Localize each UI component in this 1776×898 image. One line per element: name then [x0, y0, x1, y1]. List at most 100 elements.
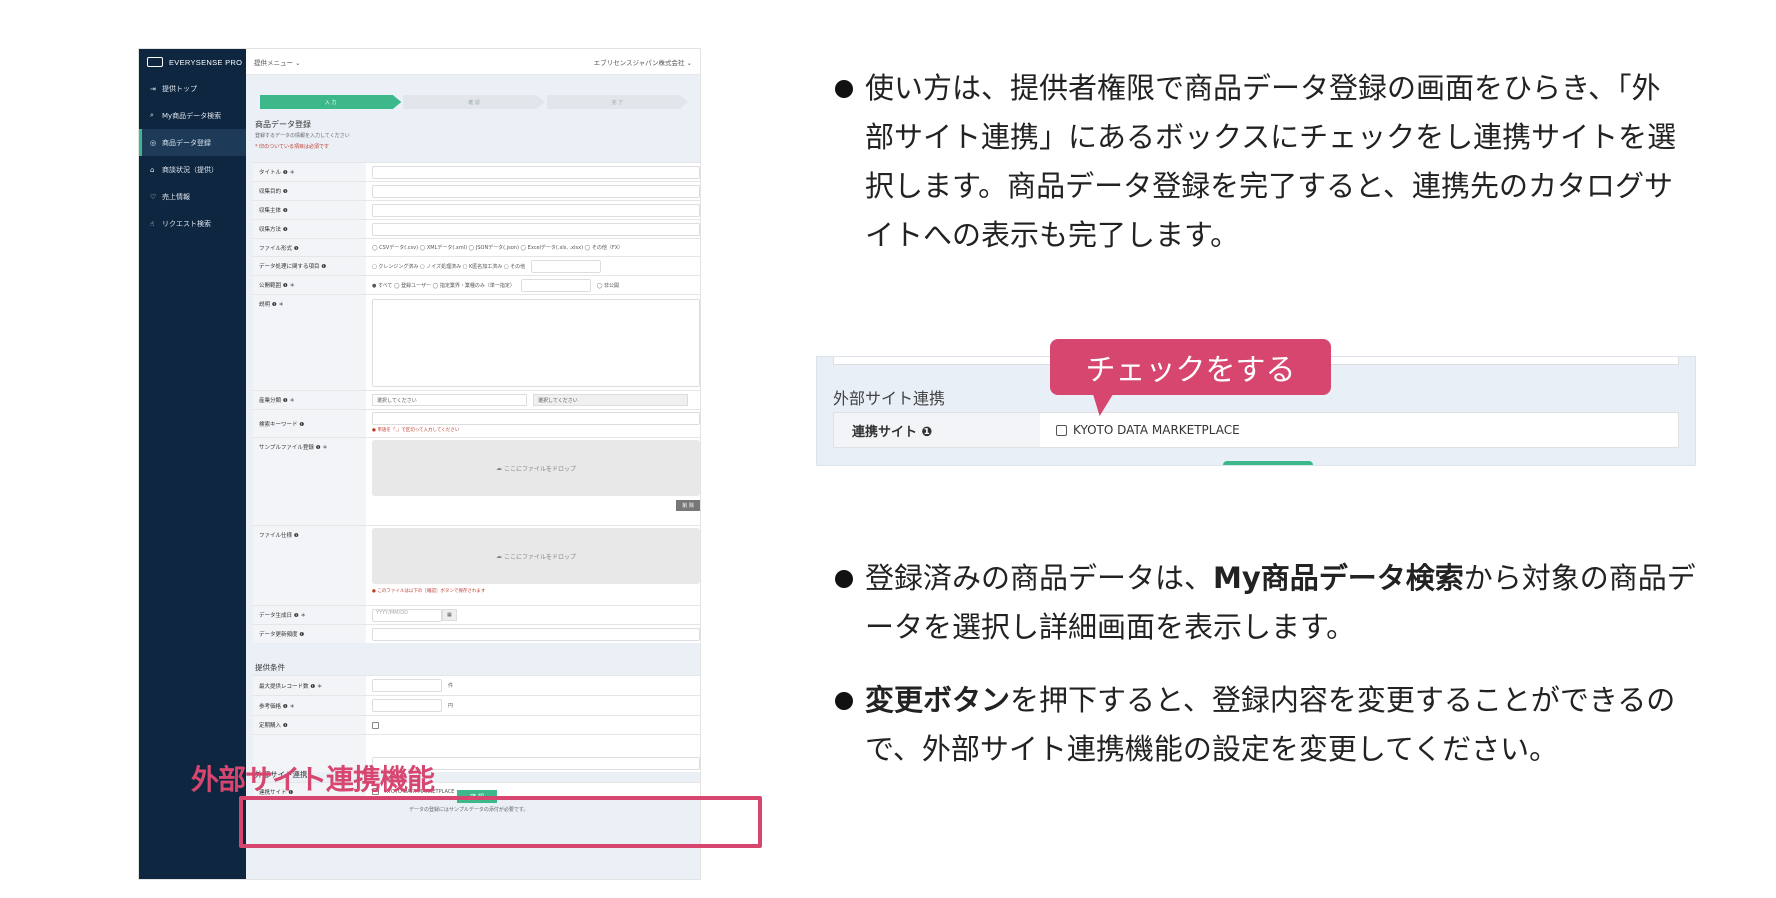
- bullet-dot: [835, 80, 853, 98]
- scope-industry-input[interactable]: [520, 278, 591, 292]
- topbar: 提供メニュー ⌄ エブリセンスジャパン株式会社 ⌄: [246, 49, 700, 75]
- row-keyword: 検索キーワード ❶ ● 単語を「,」で区切って入力してください: [253, 409, 700, 437]
- zoom-confirm-button[interactable]: [1223, 461, 1313, 465]
- spec-note: ● このファイルは以下の［確認］ボタンで保存されます: [372, 589, 486, 594]
- bullet-3: 変更ボタンを押下すると、登録内容を変更することができるので、外部サイト連携機能の…: [835, 676, 1715, 774]
- highlight-box: [239, 796, 762, 848]
- offer-menu[interactable]: 提供メニュー ⌄: [254, 57, 301, 67]
- sidebar-item-2[interactable]: ◎ 商品データ登録: [139, 129, 246, 156]
- progress-steps: 入 力 確 認 完 了: [260, 95, 690, 109]
- callout-bubble: チェックをする: [1050, 339, 1331, 395]
- request-icon: ☝: [150, 219, 155, 228]
- sidebar-nav: ⇥ 提供トップ ⌕ My商品データ検索 ◎ 商品データ登録 ⌂ 商談状況（提供） ♡ 売上情報 ☝ リ…: [139, 75, 246, 237]
- sidebar-item-0[interactable]: ⇥ 提供トップ: [139, 75, 246, 102]
- spec-dropzone[interactable]: ☁ ここにファイルをドロップ: [372, 528, 700, 584]
- app-screenshot: EVERYSENSE PRO ⇥ 提供トップ ⌕ My商品データ検索 ◎ 商品データ登録 ⌂…: [138, 48, 701, 880]
- label-subscription: 定期購入 ❶: [253, 716, 366, 734]
- calendar-icon[interactable]: ▦: [442, 609, 457, 621]
- offer-section-title: 提供条件: [255, 663, 285, 672]
- step-complete: 完 了: [546, 95, 688, 109]
- logo-text: EVERYSENSE PRO: [169, 57, 243, 67]
- zoom-checkbox[interactable]: [1056, 424, 1067, 436]
- label-spec: ファイル仕様 ❶: [253, 526, 366, 605]
- row-max-records: 最大提供レコード数 ❶ ＊ 件: [253, 675, 700, 695]
- label-title: タイトル ❶ ＊: [253, 163, 366, 181]
- label-update: データ更新頻度 ❶: [253, 625, 366, 643]
- subject-input[interactable]: [372, 203, 700, 217]
- subscription-checkbox[interactable]: [372, 721, 379, 729]
- zoom-row: 連携サイト ❶ KYOTO DATA MARKETPLACE: [833, 412, 1679, 448]
- step-confirm: 確 認: [403, 95, 545, 109]
- step-input: 入 力: [260, 95, 402, 109]
- data-icon: ◎: [150, 138, 157, 147]
- row-processing: データ処理に関する項目 ❶ ▢ クレンジング済み ▢ ノイズ処理済み ▢ K匿名…: [253, 256, 700, 275]
- update-input[interactable]: [372, 627, 700, 641]
- format-options[interactable]: ◯ CSVデータ(.csv) ◯ XMLデータ(.xml) ◯ JSONデータ(…: [366, 239, 700, 256]
- keyword-note: ● 単語を「,」で区切って入力してください: [372, 428, 460, 433]
- delete-button[interactable]: 削 除: [676, 500, 700, 511]
- keyword-input[interactable]: [372, 412, 700, 425]
- sample-dropzone[interactable]: ☁ ここにファイルをドロップ: [372, 440, 700, 496]
- processing-options[interactable]: ▢ クレンジング済み ▢ ノイズ処理済み ▢ K匿名加工済み ▢ その他: [372, 263, 525, 270]
- purpose-input[interactable]: [372, 184, 700, 198]
- zoom-label: 連携サイト ❶: [834, 413, 1040, 447]
- sidebar-item-label: 商品データ登録: [162, 138, 211, 147]
- date-input[interactable]: YYYY/MM/DD: [372, 608, 442, 622]
- annotation-tag: 外部サイト連携機能: [191, 763, 435, 796]
- sidebar: EVERYSENSE PRO ⇥ 提供トップ ⌕ My商品データ検索 ◎ 商品データ登録 ⌂…: [139, 49, 246, 879]
- sample-drop-text: ここにファイルをドロップ: [503, 465, 576, 473]
- cart-icon: ⌂: [150, 165, 155, 174]
- company-menu[interactable]: エブリセンスジャパン株式会社 ⌄: [594, 57, 692, 67]
- price-input[interactable]: [372, 699, 442, 712]
- row-industry: 産業分類 ❶ ＊ 選択してください 選択してください: [253, 390, 700, 409]
- label-description: 説明 ❶ ＊: [253, 295, 366, 390]
- method-input[interactable]: [372, 222, 700, 236]
- processing-other-input[interactable]: [531, 259, 602, 273]
- page-title: 商品データ登録: [255, 120, 311, 129]
- row-method: 収集方法 ❶: [253, 219, 700, 238]
- max-records-input[interactable]: [372, 679, 442, 692]
- login-icon: ⇥: [150, 84, 156, 93]
- label-industry: 産業分類 ❶ ＊: [253, 391, 366, 409]
- bullet-dot: [835, 570, 853, 588]
- row-subject: 収集主体 ❶: [253, 200, 700, 219]
- spec-drop-text: ここにファイルをドロップ: [503, 553, 576, 561]
- row-price: 参考価格 ❶ ＊ 円: [253, 695, 700, 715]
- description-textarea[interactable]: [372, 298, 700, 387]
- bullet-1-text: 使い方は、提供者権限で商品データ登録の画面をひらき、「外部サイト連携」にあるボッ…: [865, 71, 1677, 252]
- label-subject: 収集主体 ❶: [253, 201, 366, 219]
- bullet-2-text: 登録済みの商品データは、My商品データ検索から対象の商品データを選択し詳細画面を…: [865, 561, 1696, 644]
- sidebar-item-5[interactable]: ☝ リクエスト検索: [139, 210, 246, 237]
- industry-select-1[interactable]: 選択してください: [372, 394, 527, 406]
- required-note: * 印のついている項目は必須です: [255, 144, 329, 150]
- label-purpose: 収集目的 ❶: [253, 182, 366, 200]
- bullet-dot: [835, 692, 853, 710]
- scope-options[interactable]: ● すべて ◯ 登録ユーザー ◯ 指定業界・業種のみ（単一指定）: [372, 282, 515, 289]
- bullet-2-bold: My商品データ検索: [1213, 561, 1464, 595]
- sidebar-item-label: 提供トップ: [162, 84, 197, 93]
- price-unit: 円: [448, 703, 454, 709]
- bullet-1: 使い方は、提供者権限で商品データ登録の画面をひらき、「外部サイト連携」にあるボッ…: [835, 64, 1715, 260]
- sidebar-item-1[interactable]: ⌕ My商品データ検索: [139, 102, 246, 129]
- row-sample: サンプルファイル登録 ❶ ＊ ☁ ここにファイルをドロップ削 除: [253, 437, 700, 525]
- label-sample: サンプルファイル登録 ❶ ＊: [253, 438, 366, 525]
- zoom-section-title: 外部サイト連携: [833, 389, 946, 408]
- label-format: ファイル形式 ❶: [253, 239, 366, 256]
- page-subtitle: 登録するデータの情報を入力してください: [255, 133, 350, 139]
- industry-select-2[interactable]: 選択してください: [533, 394, 688, 406]
- title-input[interactable]: [372, 165, 700, 179]
- logo[interactable]: EVERYSENSE PRO: [139, 49, 246, 75]
- sidebar-item-4[interactable]: ♡ 売上情報: [139, 183, 246, 210]
- label-date: データ生成日 ❶ ＊: [253, 606, 366, 624]
- upload-icon: ☁: [496, 552, 504, 560]
- row-title: タイトル ❶ ＊: [253, 162, 700, 181]
- row-update: データ更新頻度 ❶: [253, 624, 700, 643]
- row-description: 説明 ❶ ＊: [253, 294, 700, 390]
- row-subscription: 定期購入 ❶: [253, 715, 700, 734]
- bullet-2: 登録済みの商品データは、My商品データ検索から対象の商品データを選択し詳細画面を…: [835, 554, 1715, 652]
- label-method: 収集方法 ❶: [253, 220, 366, 238]
- sidebar-item-3[interactable]: ⌂ 商談状況（提供）: [139, 156, 246, 183]
- scope-private-option[interactable]: ◯ 非公開: [597, 282, 619, 289]
- bullet-3-bold: 変更ボタン: [865, 683, 1011, 717]
- records-unit: 件: [448, 683, 454, 689]
